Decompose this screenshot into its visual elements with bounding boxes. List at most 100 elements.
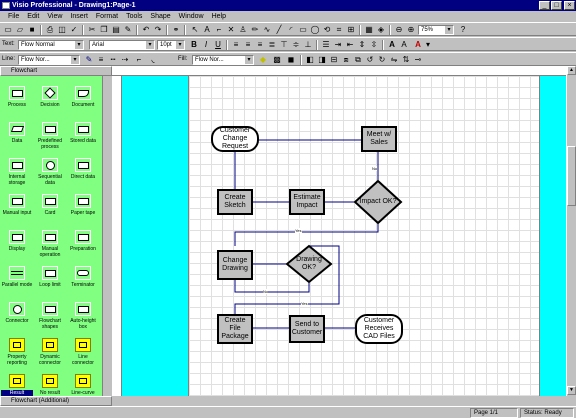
stencil-master-item[interactable]: Sequential data (34, 156, 66, 196)
format-painter-icon[interactable]: ✎ (123, 25, 133, 34)
justify-icon[interactable]: ≣ (267, 40, 277, 49)
fill-pattern-icon[interactable]: ▩ (272, 55, 282, 64)
rectangle-tool-icon[interactable]: ▭ (298, 25, 308, 34)
copy-icon[interactable]: ❐ (99, 25, 109, 34)
menu-edit[interactable]: Edit (23, 13, 43, 20)
stencil-master-item[interactable]: Decision (34, 84, 66, 124)
menu-tools[interactable]: Tools (122, 13, 146, 20)
stamp-tool-icon[interactable]: ♙ (238, 25, 248, 34)
text-style-select[interactable]: Flow Normal (18, 40, 84, 50)
stencil-master-item[interactable]: Internal storage (1, 156, 33, 196)
canvas-vertical-scrollbar[interactable]: ▲ ▼ (566, 66, 576, 396)
stencil-master-item[interactable]: Document (67, 84, 99, 124)
decrease-font-icon[interactable]: A (399, 40, 409, 49)
connector-tool-icon[interactable]: ⌐ (214, 25, 224, 34)
node-create-sketch[interactable]: Create Sketch (217, 189, 253, 215)
canvas-horizontal-scrollbar[interactable] (112, 396, 576, 406)
node-customer-request[interactable]: Customer Change Request (211, 126, 259, 152)
pointer-tool-icon[interactable]: ↖ (190, 25, 200, 34)
print-icon[interactable]: ⎙ (45, 25, 55, 34)
open-icon[interactable]: ▱ (15, 25, 25, 34)
stencil-master-item[interactable]: Terminator (67, 264, 99, 304)
stencil-master-item[interactable]: Dynamic connector (34, 336, 66, 376)
corner-rounding-icon[interactable]: ◟ (148, 55, 158, 64)
align-right-icon[interactable]: ≡ (255, 40, 265, 49)
italic-button[interactable]: I (201, 40, 211, 49)
line-weight-icon[interactable]: ≡ (96, 55, 106, 64)
font-size-select[interactable]: 10pt (157, 40, 185, 50)
stencil-title-bar[interactable]: Flowchart (0, 66, 112, 76)
freeform-tool-icon[interactable]: ∿ (262, 25, 272, 34)
arc-tool-icon[interactable]: ◜ (286, 25, 296, 34)
stencil-master-item[interactable]: Data (1, 120, 33, 160)
stencil-scrollbar[interactable] (102, 76, 112, 396)
crop-tool-icon[interactable]: ⌗ (334, 25, 344, 34)
scroll-up-icon[interactable]: ▲ (567, 66, 576, 75)
decrease-spacing-icon[interactable]: ⇳ (369, 40, 379, 49)
redo-icon[interactable]: ↷ (153, 25, 163, 34)
align-top-icon[interactable]: ⊤ (279, 40, 289, 49)
zoom-in-icon[interactable]: ⊕ (406, 25, 416, 34)
scroll-thumb[interactable] (567, 146, 576, 206)
font-color-icon[interactable]: A (413, 40, 423, 49)
increase-indent-icon[interactable]: ⇥ (333, 40, 343, 49)
stencil-master-item[interactable]: Card (34, 192, 66, 232)
ungroup-icon[interactable]: ⧉ (353, 55, 363, 64)
align-center-icon[interactable]: ≡ (243, 40, 253, 49)
line-ends-icon[interactable]: ⇢ (120, 55, 130, 64)
node-send-customer[interactable]: Send to Customer (289, 315, 325, 343)
stencil-master-item[interactable]: Stored data (67, 120, 99, 160)
save-icon[interactable]: ■ (27, 25, 37, 34)
rotation-tool-icon[interactable]: ⟲ (322, 25, 332, 34)
stencil-icon[interactable]: ▦ (364, 25, 374, 34)
stencil-additional-tab[interactable]: Flowchart (Additional) (0, 396, 112, 406)
text-block-tool-icon[interactable]: ⊞ (346, 25, 356, 34)
shadow-color-icon[interactable]: ◼ (286, 55, 296, 64)
visio-app-icon[interactable] (2, 2, 10, 9)
align-middle-icon[interactable]: ≑ (291, 40, 301, 49)
send-to-back-icon[interactable]: ◨ (317, 55, 327, 64)
rotate-left-icon[interactable]: ↺ (365, 55, 375, 64)
group-icon[interactable]: ⧈ (341, 55, 351, 64)
line-style-select[interactable]: Flow Nor... (18, 55, 80, 65)
menu-shape[interactable]: Shape (146, 13, 174, 20)
ellipse-tool-icon[interactable]: ◯ (310, 25, 320, 34)
stencil-master-item[interactable]: Loop limit (34, 264, 66, 304)
node-impact-ok[interactable]: Impact OK? (359, 188, 397, 216)
connection-point-icon[interactable]: ✕ (226, 25, 236, 34)
whats-this-help-icon[interactable]: ? (458, 25, 468, 34)
scroll-down-icon[interactable]: ▼ (567, 386, 576, 395)
bullets-icon[interactable]: ☰ (321, 40, 331, 49)
bold-button[interactable]: B (189, 40, 199, 49)
fill-style-select[interactable]: Flow Nor... (192, 55, 254, 65)
stencil-master-item[interactable]: Property reporting (1, 336, 33, 376)
underline-button[interactable]: U (213, 40, 223, 49)
stencil-master-item[interactable]: Process (1, 84, 33, 124)
stencil-master-item[interactable]: Paper tape (67, 192, 99, 232)
menu-insert[interactable]: Insert (66, 13, 92, 20)
spelling-icon[interactable]: ✓ (69, 25, 79, 34)
drawing-page[interactable]: Customer Change Request Meet w/ Sales Cr… (188, 76, 540, 396)
node-create-file-package[interactable]: Create File Package (217, 314, 253, 344)
zoom-select[interactable]: 75% (418, 25, 454, 35)
shapes-icon[interactable]: ◈ (376, 25, 386, 34)
line-pattern-icon[interactable]: ┅ (108, 55, 118, 64)
stencil-master-item[interactable]: Manual input (1, 192, 33, 232)
node-estimate-impact[interactable]: Estimate Impact (289, 189, 325, 215)
node-meet-sales[interactable]: Meet w/ Sales (361, 126, 397, 152)
stencil-master-item[interactable]: Preparation (67, 228, 99, 268)
stencil-master-item[interactable]: Connector (1, 300, 33, 340)
line-color-icon[interactable]: ✎ (84, 55, 94, 64)
undo-icon[interactable]: ↶ (141, 25, 151, 34)
node-customer-receives[interactable]: Customer Receives CAD Files (355, 314, 403, 344)
line-tool-icon[interactable]: ╱ (274, 25, 284, 34)
hyperlink-icon[interactable]: ⚭ (171, 25, 181, 34)
node-drawing-ok[interactable]: Drawing OK? (290, 251, 328, 277)
connect-shapes-icon[interactable]: ⊸ (413, 55, 423, 64)
maximize-button[interactable]: □ (551, 1, 562, 10)
align-bottom-icon[interactable]: ⊥ (303, 40, 313, 49)
menu-view[interactable]: View (43, 13, 66, 20)
menu-window[interactable]: Window (175, 13, 208, 20)
rotate-right-icon[interactable]: ↻ (377, 55, 387, 64)
stencil-master-item[interactable]: Auto-height box (67, 300, 99, 340)
